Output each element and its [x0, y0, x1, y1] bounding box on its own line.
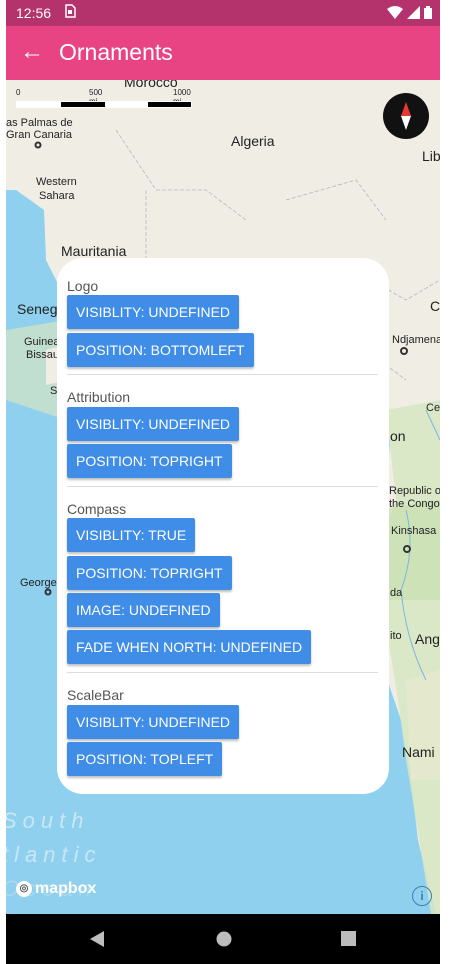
- map-label-congo: the Congo: [389, 498, 440, 510]
- section-title-compass: Compass: [67, 501, 127, 517]
- status-icons: [387, 6, 432, 22]
- section-title-scalebar: ScaleBar: [67, 687, 124, 703]
- map-label-c: C: [430, 298, 440, 314]
- divider: [67, 672, 378, 673]
- page-title: Ornaments: [59, 39, 173, 65]
- compass-position-button[interactable]: POSITION: TOPRIGHT: [67, 556, 232, 590]
- nav-home-icon[interactable]: [215, 930, 233, 953]
- map-label-da: da: [390, 587, 403, 599]
- map-label-georgetown: George: [20, 577, 57, 589]
- map-label-mauritania: Mauritania: [61, 243, 127, 259]
- mapbox-logo-text: mapbox: [35, 880, 97, 897]
- scale-bar-segment: [17, 102, 61, 107]
- attribution-info-icon[interactable]: i: [412, 886, 432, 906]
- navigation-bar: [6, 914, 440, 964]
- battery-icon: [424, 6, 432, 22]
- nav-back-icon[interactable]: [89, 930, 105, 953]
- map-label-ito: ito: [390, 630, 402, 642]
- app-bar: ← Ornaments: [6, 26, 440, 80]
- scale-bar-track: [16, 101, 192, 108]
- device-screen: 12:56 ← Ornaments 0 500 1000 Morocco as …: [6, 0, 440, 964]
- map-label-libya: Lib: [422, 148, 440, 164]
- section-title-logo: Logo: [67, 278, 99, 294]
- map-label-western: Western: [36, 176, 77, 188]
- compass-visibility-button[interactable]: VISIBLITY: TRUE: [67, 518, 196, 552]
- scale-label-0: 0: [16, 88, 21, 97]
- map-label-algeria: Algeria: [231, 133, 275, 149]
- status-bar: 12:56: [6, 0, 440, 26]
- map-label-sahara: Sahara: [39, 190, 75, 202]
- scale-bar-segment: [105, 102, 148, 107]
- attribution-position-button[interactable]: POSITION: TOPRIGHT: [67, 444, 232, 478]
- nav-recents-icon[interactable]: [340, 930, 357, 952]
- map-label-las-palmas: as Palmas de: [6, 117, 73, 129]
- divider: [67, 486, 378, 487]
- divider: [67, 374, 378, 375]
- compass-icon[interactable]: [383, 93, 429, 139]
- map-label-republic: Republic of: [389, 485, 440, 497]
- map-label-morocco: Morocco: [124, 80, 178, 90]
- map-label-namibia: Nami: [402, 744, 435, 760]
- map-label-on: on: [390, 428, 406, 444]
- compass-fade-button[interactable]: FADE WHEN NORTH: UNDEFINED: [67, 630, 312, 664]
- map-label-bissau: Bissau: [26, 349, 60, 361]
- map-label-south: South: [6, 808, 90, 833]
- map-label-guinea: Guinea: [24, 336, 60, 348]
- map-label-kinshasa: Kinshasa: [391, 525, 437, 537]
- logo-position-button[interactable]: POSITION: BOTTOMLEFT: [67, 333, 254, 367]
- mapbox-logo-icon: ◎: [16, 881, 32, 897]
- map-label-atlantic: tlantic: [6, 842, 102, 867]
- map-label-ndjamena: Ndjamena: [392, 334, 440, 346]
- map-label-angola: Ang: [415, 631, 440, 647]
- scalebar-visibility-button[interactable]: VISIBLITY: UNDEFINED: [67, 705, 240, 739]
- map-label-gran-canaria: Gran Canaria: [6, 129, 73, 141]
- sim-icon: [64, 4, 76, 21]
- compass-image-button[interactable]: IMAGE: UNDEFINED: [67, 593, 220, 627]
- map-label-senegal: Seneg: [17, 301, 58, 317]
- scalebar-position-button[interactable]: POSITION: TOPLEFT: [67, 742, 223, 776]
- wifi-icon: [387, 6, 403, 22]
- ornaments-panel: Logo VISIBLITY: UNDEFINED POSITION: BOTT…: [57, 258, 389, 794]
- logo-visibility-button[interactable]: VISIBLITY: UNDEFINED: [67, 295, 240, 329]
- signal-icon: [407, 6, 420, 22]
- mapbox-logo[interactable]: ◎ mapbox: [16, 880, 96, 898]
- map-label-ce: Ce: [426, 402, 440, 414]
- status-time: 12:56: [16, 5, 52, 21]
- arrow-back-icon[interactable]: ←: [18, 38, 46, 66]
- section-title-attribution: Attribution: [67, 389, 131, 405]
- attribution-visibility-button[interactable]: VISIBLITY: UNDEFINED: [67, 407, 240, 441]
